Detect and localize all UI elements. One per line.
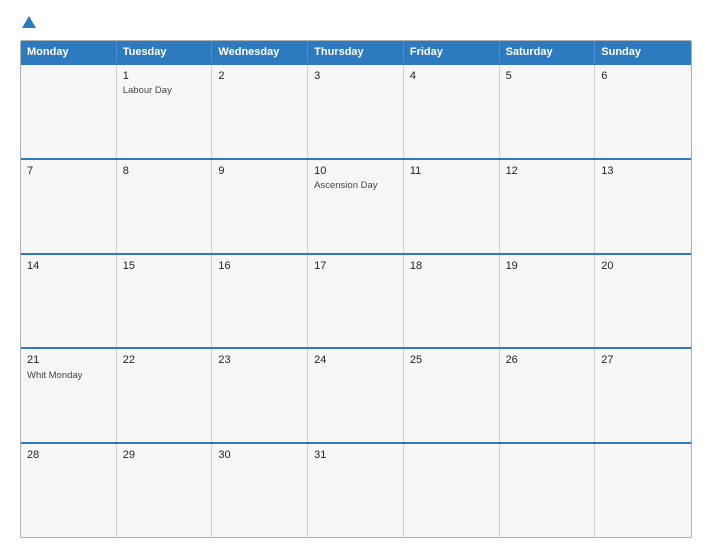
day-number: 21: [27, 353, 111, 368]
day-number: 8: [123, 164, 207, 179]
day-number: 9: [218, 164, 302, 179]
logo-triangle-icon: [22, 16, 36, 28]
header-day-friday: Friday: [404, 41, 500, 63]
cal-cell: [595, 444, 691, 537]
header-day-sunday: Sunday: [595, 41, 691, 63]
cal-cell: 16: [212, 255, 308, 348]
day-number: 25: [410, 353, 494, 368]
day-number: 7: [27, 164, 111, 179]
day-event: Whit Monday: [27, 370, 111, 382]
day-number: 29: [123, 448, 207, 463]
day-number: 31: [314, 448, 398, 463]
cal-cell: 21 Whit Monday: [21, 349, 117, 442]
cal-cell: 7: [21, 160, 117, 253]
day-number: 2: [218, 69, 302, 84]
day-number: 18: [410, 259, 494, 274]
cal-cell: 10Ascension Day: [308, 160, 404, 253]
week-row-4: 21 Whit Monday 22 23 24 25 26 27: [21, 347, 691, 442]
cal-cell: 11: [404, 160, 500, 253]
header-day-wednesday: Wednesday: [212, 41, 308, 63]
header-day-thursday: Thursday: [308, 41, 404, 63]
cal-cell: 8: [117, 160, 213, 253]
week-row-5: 28 29 30 31: [21, 442, 691, 537]
cal-cell: 20: [595, 255, 691, 348]
day-number: 6: [601, 69, 686, 84]
cal-cell: 4: [404, 65, 500, 158]
cal-cell: 17: [308, 255, 404, 348]
day-event: Labour Day: [123, 85, 207, 97]
day-number: 16: [218, 259, 302, 274]
cal-cell: 19: [500, 255, 596, 348]
day-number: 14: [27, 259, 111, 274]
week-row-1: 1Labour Day 23456: [21, 63, 691, 158]
cal-cell: 1Labour Day: [117, 65, 213, 158]
header-day-tuesday: Tuesday: [117, 41, 213, 63]
day-number: 12: [506, 164, 590, 179]
logo: [20, 18, 36, 30]
day-number: 10: [314, 164, 398, 179]
cal-cell: 6: [595, 65, 691, 158]
day-number: 1: [123, 69, 207, 84]
day-number: 19: [506, 259, 590, 274]
cal-cell: 5: [500, 65, 596, 158]
cal-cell: 25: [404, 349, 500, 442]
cal-cell: 12: [500, 160, 596, 253]
cal-cell: 18: [404, 255, 500, 348]
cal-cell: [404, 444, 500, 537]
day-number: 22: [123, 353, 207, 368]
day-event: Ascension Day: [314, 180, 398, 192]
day-number: 28: [27, 448, 111, 463]
cal-cell: 9: [212, 160, 308, 253]
cal-cell: 15: [117, 255, 213, 348]
header-day-monday: Monday: [21, 41, 117, 63]
day-number: 13: [601, 164, 686, 179]
cal-cell: [21, 65, 117, 158]
day-number: 30: [218, 448, 302, 463]
calendar-header-row: MondayTuesdayWednesdayThursdayFridaySatu…: [21, 41, 691, 63]
day-number: 17: [314, 259, 398, 274]
cal-cell: 28: [21, 444, 117, 537]
day-number: 26: [506, 353, 590, 368]
day-number: 3: [314, 69, 398, 84]
day-number: 4: [410, 69, 494, 84]
day-number: 27: [601, 353, 686, 368]
calendar: MondayTuesdayWednesdayThursdayFridaySatu…: [20, 40, 692, 538]
cal-cell: 3: [308, 65, 404, 158]
day-number: 24: [314, 353, 398, 368]
day-number: 23: [218, 353, 302, 368]
cal-cell: 23: [212, 349, 308, 442]
cal-cell: 31: [308, 444, 404, 537]
header: [20, 18, 692, 30]
cal-cell: 24: [308, 349, 404, 442]
cal-cell: 2: [212, 65, 308, 158]
calendar-body: 1Labour Day2345678910Ascension Day111213…: [21, 63, 691, 537]
cal-cell: [500, 444, 596, 537]
day-number: 20: [601, 259, 686, 274]
cal-cell: 29: [117, 444, 213, 537]
cal-cell: 30: [212, 444, 308, 537]
cal-cell: 22: [117, 349, 213, 442]
header-day-saturday: Saturday: [500, 41, 596, 63]
cal-cell: 27: [595, 349, 691, 442]
cal-cell: 13: [595, 160, 691, 253]
week-row-3: 14 15 16 17 18 19 20: [21, 253, 691, 348]
day-number: 11: [410, 164, 494, 179]
week-row-2: 789 10Ascension Day 11 12 13: [21, 158, 691, 253]
cal-cell: 14: [21, 255, 117, 348]
day-number: 15: [123, 259, 207, 274]
day-number: 5: [506, 69, 590, 84]
page: MondayTuesdayWednesdayThursdayFridaySatu…: [0, 0, 712, 550]
cal-cell: 26: [500, 349, 596, 442]
